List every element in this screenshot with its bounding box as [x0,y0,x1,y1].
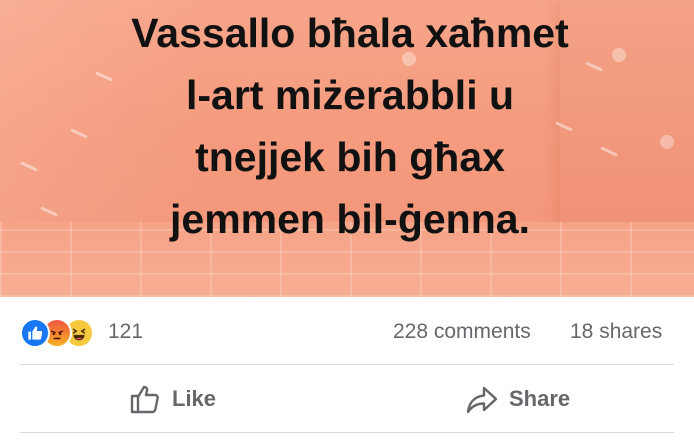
post-text-line: Vassallo bħala xaħmet [131,10,569,56]
comments-count[interactable]: 228 comments [393,318,531,346]
post-image-text: Vassallo bħala xaħmet l-art miżerabbli u… [40,2,660,250]
divider [20,364,674,365]
divider [20,432,674,433]
like-label: Like [172,386,217,411]
decor-dot [660,135,674,149]
thumbs-up-icon [128,382,162,416]
shares-count[interactable]: 18 shares [570,318,662,346]
post-text-line: jemmen bil-ġenna. [170,196,530,242]
post-image[interactable]: Vassallo bħala xaħmet l-art miżerabbli u… [0,0,694,297]
share-label: Share [509,386,571,411]
share-button[interactable]: Share [465,378,570,420]
reaction-icons[interactable] [20,318,110,348]
post-text-line: l-art miżerabbli u [185,72,515,118]
post-text-line: tnejjek bih għax [195,134,505,180]
like-button[interactable]: Like [128,378,216,420]
like-icon [20,318,50,348]
reaction-count[interactable]: 121 [108,318,143,346]
share-arrow-icon [465,382,499,416]
